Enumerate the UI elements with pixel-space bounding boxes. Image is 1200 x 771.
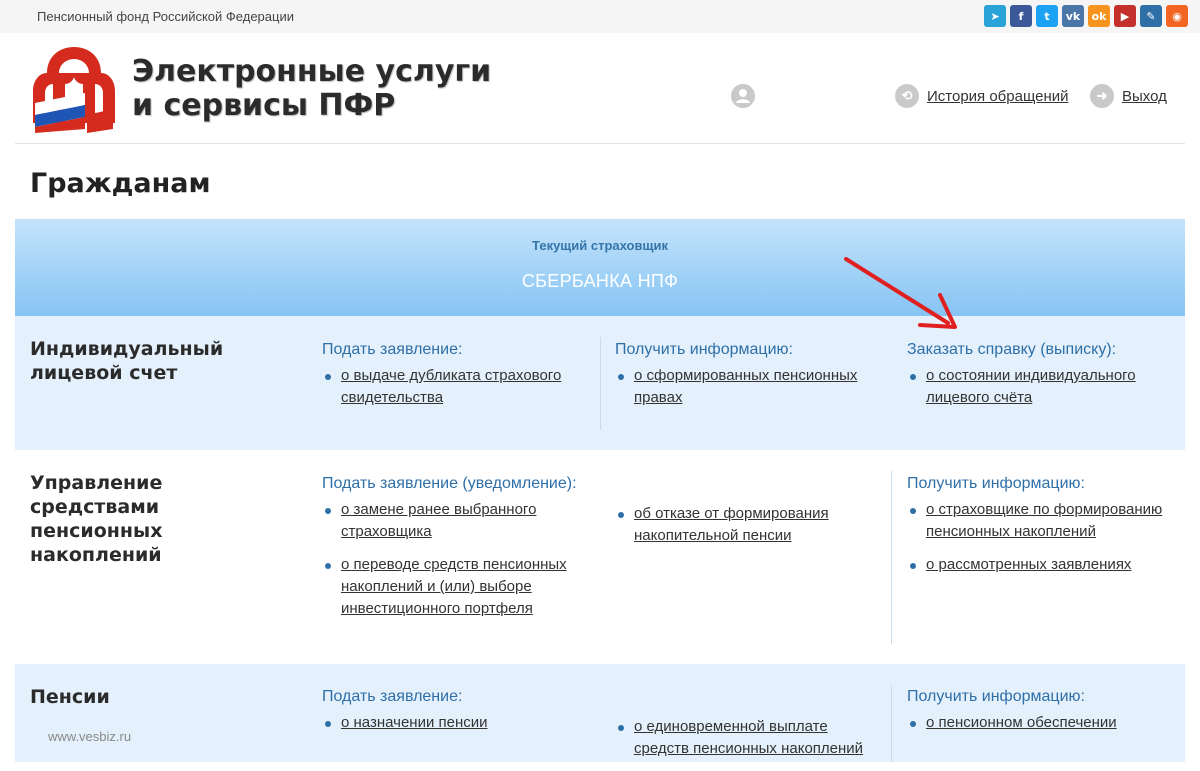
logout-link[interactable]: ➜ Выход — [1090, 84, 1167, 108]
service-link[interactable]: о рассмотренных заявлениях — [907, 554, 1167, 576]
history-link[interactable]: ⟲ История обращений — [895, 84, 1069, 108]
service-link[interactable]: о назначении пенсии — [322, 712, 582, 734]
column-heading: Подать заявление (уведомление): — [322, 475, 577, 492]
profile-icon[interactable] — [731, 84, 755, 108]
section-column: Подать заявление: о назначении пенсии — [322, 688, 582, 745]
livejournal-icon[interactable]: ✎ — [1140, 5, 1162, 27]
section-column: о единовременной выплате средств пенсион… — [615, 716, 875, 771]
section-pensions: Пенсии Подать заявление: о назначении пе… — [15, 664, 1185, 762]
youtube-icon[interactable]: ▶ — [1114, 5, 1136, 27]
twitter-icon[interactable]: t — [1036, 5, 1058, 27]
insurer-label: Текущий страховщик — [532, 238, 668, 253]
section-pension-savings: Управление средствами пенсионных накопле… — [15, 450, 1185, 664]
section-column: об отказе от формирования накопительной … — [615, 503, 875, 558]
insurer-value: СБЕРБАНКА НПФ — [521, 271, 679, 291]
section-column: Подать заявление: о выдаче дубликата стр… — [322, 341, 582, 420]
column-heading: Получить информацию: — [907, 475, 1085, 492]
column-heading: Получить информацию: — [907, 688, 1085, 705]
watermark: www.vesbiz.ru — [48, 729, 132, 744]
section-column: Подать заявление (уведомление): о замене… — [322, 475, 582, 631]
page-title: Гражданам — [30, 168, 211, 199]
odnoklassniki-icon[interactable]: ok — [1088, 5, 1110, 27]
telegram-icon[interactable]: ➤ — [984, 5, 1006, 27]
site-title-line2: и сервисы ПФР — [132, 88, 396, 123]
top-bar: Пенсионный фонд Российской Федерации ➤ f t… — [0, 0, 1200, 33]
column-divider — [600, 337, 601, 430]
column-heading: Получить информацию: — [615, 341, 793, 358]
service-link[interactable]: о замене ранее выбранного страховщика — [322, 499, 582, 543]
section-column: Заказать справку (выписку): о состоянии … — [907, 341, 1167, 420]
pfr-logo-icon[interactable] — [29, 43, 119, 133]
service-link[interactable]: об отказе от формирования накопительной … — [615, 503, 875, 547]
site-title-line1: Электронные услуги — [132, 54, 492, 89]
section-title: Управление средствами пенсионных накопле… — [30, 472, 163, 566]
service-link[interactable]: о пенсионном обеспечении — [907, 712, 1167, 734]
service-link[interactable]: о выдаче дубликата страхового свидетельс… — [322, 365, 582, 409]
org-name: Пенсионный фонд Российской Федерации — [37, 9, 294, 24]
column-divider — [891, 471, 892, 644]
section-column: Получить информацию: о пенсионном обеспе… — [907, 688, 1167, 745]
section-title: Пенсии — [30, 686, 110, 708]
service-link[interactable]: о переводе средств пенсионных накоплений… — [322, 554, 582, 620]
service-link[interactable]: о состоянии индивидуального лицевого счё… — [907, 365, 1167, 409]
rss-icon[interactable]: ◉ — [1166, 5, 1188, 27]
section-title: Индивидуальный лицевой счет — [30, 338, 224, 384]
section-column: Получить информацию: о сформированных пе… — [615, 341, 875, 420]
site-header: Электронные услуги и сервисы ПФР ⟲ Истор… — [15, 33, 1185, 144]
site-title: Электронные услуги и сервисы ПФР — [132, 55, 491, 123]
column-heading: Подать заявление: — [322, 688, 463, 705]
column-divider — [891, 685, 892, 762]
service-link[interactable]: о сформированных пенсионных правах — [615, 365, 875, 409]
history-icon: ⟲ — [895, 84, 919, 108]
section-personal-account: Индивидуальный лицевой счет Подать заявл… — [15, 316, 1185, 450]
column-heading: Заказать справку (выписку): — [907, 341, 1117, 358]
social-links: ➤ f t vk ok ▶ ✎ ◉ — [984, 5, 1188, 27]
service-link[interactable]: о единовременной выплате средств пенсион… — [615, 716, 875, 760]
history-label: История обращений — [927, 87, 1069, 105]
logout-label: Выход — [1122, 87, 1167, 105]
section-column: Получить информацию: о страховщике по фо… — [907, 475, 1167, 587]
current-insurer-panel: Текущий страховщик СБЕРБАНКА НПФ — [15, 219, 1185, 316]
vk-icon[interactable]: vk — [1062, 5, 1084, 27]
column-heading: Подать заявление: — [322, 341, 463, 358]
facebook-icon[interactable]: f — [1010, 5, 1032, 27]
service-link[interactable]: о страховщике по формированию пенсионных… — [907, 499, 1167, 543]
logout-icon: ➜ — [1090, 84, 1114, 108]
